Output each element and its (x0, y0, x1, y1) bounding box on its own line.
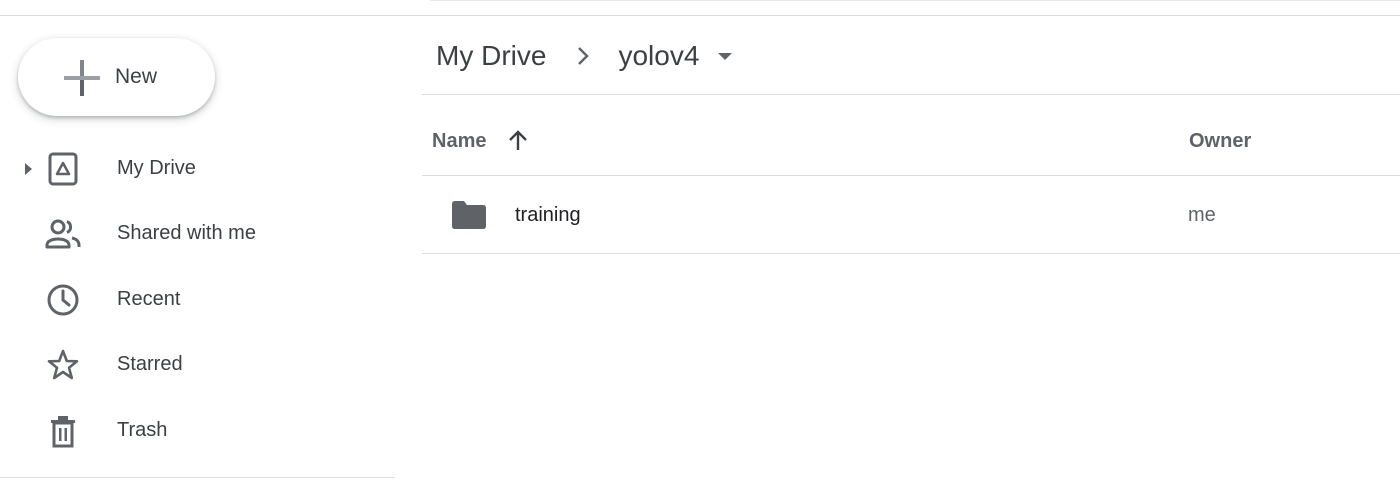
breadcrumb-divider (422, 94, 1400, 95)
column-header-name[interactable]: Name (432, 130, 486, 153)
top-edge-line (430, 0, 1400, 1)
sidebar-item-label: Starred (117, 353, 183, 375)
arrow-up-icon[interactable] (506, 129, 530, 153)
chevron-right-icon (578, 47, 590, 65)
plus-icon (64, 60, 100, 96)
breadcrumb-root[interactable]: My Drive (436, 40, 546, 72)
sidebar-item-shared-with-me[interactable]: Shared with me (0, 206, 395, 262)
caret-down-icon[interactable] (715, 46, 735, 66)
table-row[interactable]: training me (422, 176, 1400, 253)
file-owner: me (1188, 204, 1216, 226)
my-drive-icon (44, 151, 82, 187)
sidebar-item-my-drive[interactable]: My Drive (0, 141, 395, 197)
column-header-owner: Owner (1189, 130, 1252, 152)
sidebar-item-label: My Drive (117, 157, 196, 179)
shared-people-icon (44, 216, 82, 252)
new-button[interactable]: New (18, 38, 215, 116)
file-name: training (515, 204, 581, 226)
breadcrumb: My Drive yolov4 (436, 34, 735, 78)
sidebar-item-starred[interactable]: Starred (0, 337, 395, 393)
clock-icon (44, 282, 82, 318)
sidebar-item-recent[interactable]: Recent (0, 272, 395, 328)
trash-icon (44, 413, 82, 449)
folder-icon (452, 201, 486, 229)
row-divider (422, 253, 1400, 254)
new-button-label: New (115, 65, 158, 88)
expand-arrow-icon[interactable] (22, 161, 34, 177)
sidebar-item-label: Trash (117, 419, 168, 441)
sidebar-divider (0, 477, 395, 478)
sidebar-item-trash[interactable]: Trash (0, 403, 395, 459)
breadcrumb-current-folder[interactable]: yolov4 (618, 40, 699, 72)
sidebar: New My Drive Shared with me Recent Starr… (0, 16, 395, 484)
star-icon (44, 347, 82, 383)
sidebar-item-label: Recent (117, 288, 181, 310)
sidebar-item-label: Shared with me (117, 222, 256, 244)
